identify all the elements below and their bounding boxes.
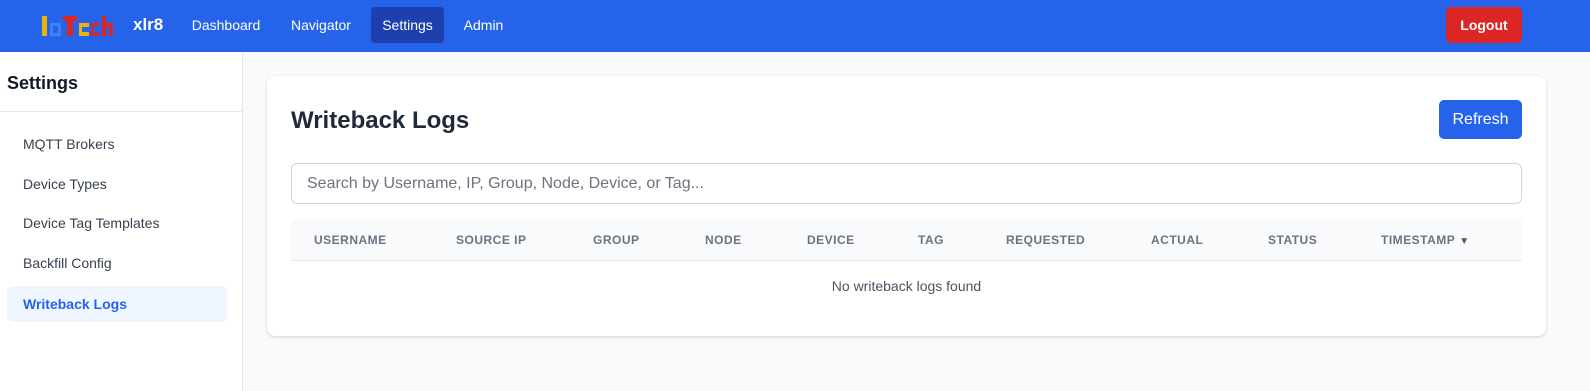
column-header-tag[interactable]: TAG	[918, 220, 944, 260]
nav-navigator[interactable]: Navigator	[279, 7, 363, 43]
nav-settings[interactable]: Settings	[371, 7, 444, 43]
refresh-button[interactable]: Refresh	[1439, 100, 1522, 139]
brand-name[interactable]: xlr8	[133, 15, 163, 35]
sidebar-item-mqtt-brokers[interactable]: MQTT Brokers	[7, 126, 227, 162]
sidebar-item-backfill-config[interactable]: Backfill Config	[7, 245, 227, 281]
top-navbar: xlr8 Dashboard Navigator Settings Admin …	[0, 0, 1590, 52]
nav-dashboard[interactable]: Dashboard	[181, 7, 271, 43]
iotech-logo[interactable]	[40, 14, 114, 38]
column-header-username[interactable]: USERNAME	[314, 220, 387, 260]
table-header: USERNAME SOURCE IP GROUP NODE DEVICE TAG…	[291, 220, 1522, 261]
column-header-timestamp-label: TIMESTAMP	[1381, 233, 1456, 247]
sort-descending-icon: ▼	[1459, 236, 1470, 247]
sidebar-item-device-types[interactable]: Device Types	[7, 166, 227, 202]
sidebar-item-device-tag-templates[interactable]: Device Tag Templates	[7, 205, 227, 241]
writeback-logs-card: Writeback Logs Refresh USERNAME SOURCE I…	[267, 76, 1546, 336]
sidebar-title: Settings	[7, 73, 79, 93]
logout-button[interactable]: Logout	[1446, 7, 1522, 43]
settings-sidebar: Settings MQTT Brokers Device Types Devic…	[0, 52, 243, 391]
empty-state-message: No writeback logs found	[831, 278, 982, 294]
column-header-status[interactable]: STATUS	[1268, 220, 1317, 260]
column-header-node[interactable]: NODE	[705, 220, 742, 260]
page-title: Writeback Logs	[291, 107, 470, 134]
search-input[interactable]	[291, 163, 1522, 204]
column-header-device[interactable]: DEVICE	[807, 220, 855, 260]
column-header-requested[interactable]: REQUESTED	[1006, 220, 1085, 260]
column-header-group[interactable]: GROUP	[593, 220, 640, 260]
sidebar-divider	[0, 111, 242, 112]
column-header-timestamp[interactable]: TIMESTAMP ▼	[1381, 220, 1470, 260]
column-header-actual[interactable]: ACTUAL	[1151, 220, 1203, 260]
nav-admin[interactable]: Admin	[452, 7, 515, 43]
sidebar-item-writeback-logs[interactable]: Writeback Logs	[7, 286, 227, 322]
column-header-source-ip[interactable]: SOURCE IP	[456, 220, 527, 260]
